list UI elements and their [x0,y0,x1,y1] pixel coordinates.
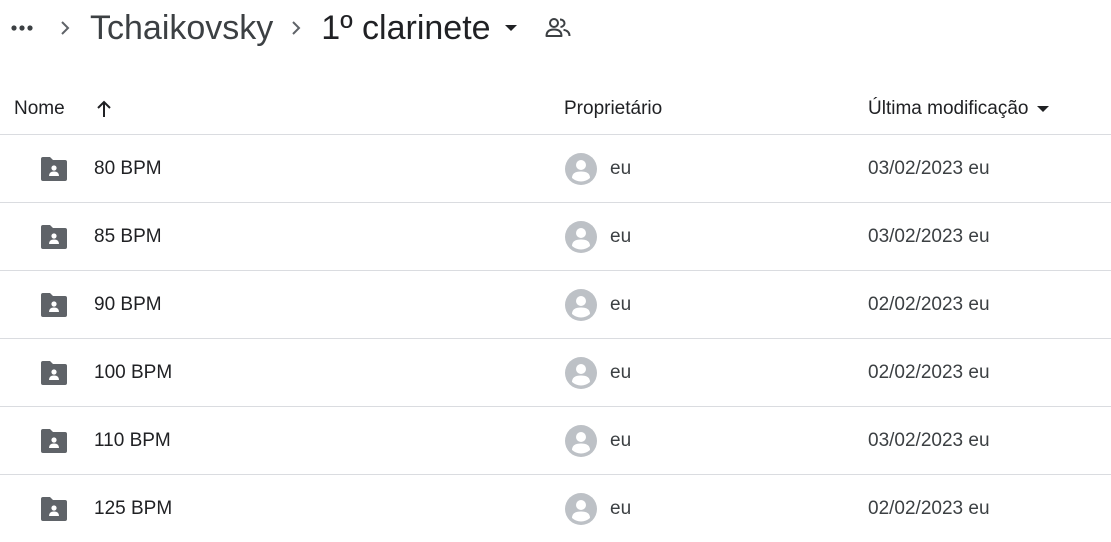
more-horizontal-icon[interactable] [2,8,42,48]
shared-folder-icon [39,156,69,182]
breadcrumb-current-folder[interactable]: 1º clarinete [321,0,520,56]
last-modified: 02/02/2023 eu [868,294,990,315]
table-row[interactable]: 90 BPM eu 02/02/2023 eu [0,271,1111,339]
owner-name: eu [610,294,632,315]
column-header-name-label: Nome [14,98,65,119]
last-modified: 02/02/2023 eu [868,362,990,383]
file-name: 80 BPM [94,158,162,179]
avatar [565,289,597,321]
file-name: 100 BPM [94,362,173,383]
chevron-right-icon [285,17,307,39]
column-header-owner[interactable]: Proprietário [564,84,662,134]
owner-name: eu [610,498,632,519]
shared-folder-icon [39,224,69,250]
arrow-drop-down-icon [501,18,521,38]
file-name: 110 BPM [94,430,171,451]
column-header-last-modified[interactable]: Última modificação [868,84,1051,134]
table-row[interactable]: 110 BPM eu 03/02/2023 eu [0,407,1111,475]
arrow-drop-down-icon [1035,101,1051,117]
file-name: 90 BPM [94,294,162,315]
owner-name: eu [610,158,632,179]
shared-folder-icon [39,292,69,318]
shared-people-icon[interactable] [543,13,573,43]
avatar [565,153,597,185]
chevron-right-icon [54,17,76,39]
avatar [565,493,597,525]
last-modified: 03/02/2023 eu [868,158,990,179]
breadcrumb: Tchaikovsky 1º clarinete [0,0,573,56]
table-header: Nome Proprietário Última modificação [0,84,1111,135]
breadcrumb-parent[interactable]: Tchaikovsky [90,0,273,56]
avatar [565,357,597,389]
table-row[interactable]: 100 BPM eu 02/02/2023 eu [0,339,1111,407]
avatar [565,221,597,253]
breadcrumb-current-label: 1º clarinete [321,9,491,47]
file-name: 85 BPM [94,226,162,247]
last-modified: 02/02/2023 eu [868,498,990,519]
column-header-name[interactable]: Nome [14,84,115,134]
owner-name: eu [610,226,632,247]
column-header-last-modified-label: Última modificação [868,98,1029,119]
shared-folder-icon [39,428,69,454]
shared-folder-icon [39,496,69,522]
arrow-up-icon[interactable] [93,98,115,120]
table-row[interactable]: 85 BPM eu 03/02/2023 eu [0,203,1111,271]
table-row[interactable]: 125 BPM eu 02/02/2023 eu [0,475,1111,542]
file-name: 125 BPM [94,498,173,519]
shared-folder-icon [39,360,69,386]
last-modified: 03/02/2023 eu [868,226,990,247]
last-modified: 03/02/2023 eu [868,430,990,451]
owner-name: eu [610,362,632,383]
table-row[interactable]: 80 BPM eu 03/02/2023 eu [0,135,1111,203]
file-list: 80 BPM eu 03/02/2023 eu 85 BPM eu 03/02/… [0,135,1111,542]
avatar [565,425,597,457]
owner-name: eu [610,430,632,451]
